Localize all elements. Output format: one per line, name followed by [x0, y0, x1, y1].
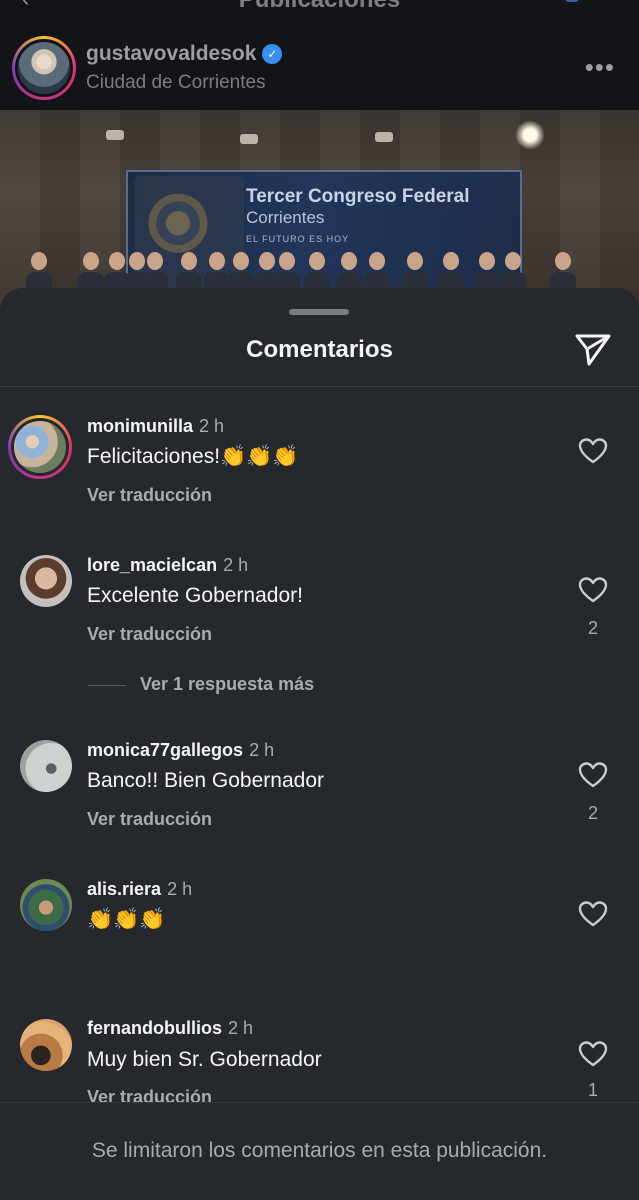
heart-icon[interactable] — [578, 576, 608, 604]
comment-time: 2 h — [199, 416, 225, 436]
comment-avatar[interactable] — [20, 879, 72, 931]
comment-header: fernandobullios 2 h — [87, 1018, 253, 1039]
comment-header: lore_macielcan 2 h — [87, 555, 248, 576]
sheet-grabber[interactable] — [289, 309, 349, 315]
page-title: Publicaciones — [0, 0, 639, 14]
comments-footer: Se limitaron los comentarios en esta pub… — [0, 1102, 639, 1200]
comment-username[interactable]: fernandobullios — [87, 1018, 222, 1038]
comment-avatar[interactable] — [8, 415, 72, 479]
translate-link[interactable]: Ver traducción — [87, 809, 212, 830]
sheet-title: Comentarios — [246, 336, 393, 363]
comments-sheet: Comentarios monimunilla 2 h Felicitacione… — [0, 288, 639, 1200]
comment-username[interactable]: monica77gallegos — [87, 740, 243, 760]
comment-avatar[interactable] — [20, 555, 72, 607]
post-header: ‹ Publicaciones gustavovaldesok✓ Ciudad … — [0, 0, 639, 110]
comment-header: monimunilla 2 h — [87, 416, 224, 437]
comment-time: 2 h — [223, 555, 249, 575]
comment-username[interactable]: monimunilla — [87, 416, 193, 436]
comment-header: alis.riera 2 h — [87, 879, 192, 900]
heart-icon[interactable] — [578, 900, 608, 928]
replies-divider — [88, 685, 126, 686]
divider — [0, 386, 639, 387]
heart-icon[interactable] — [578, 1040, 608, 1068]
post-location[interactable]: Ciudad de Corrientes — [86, 72, 266, 94]
comment-time: 2 h — [228, 1018, 254, 1038]
comment-username[interactable]: lore_macielcan — [87, 555, 217, 575]
view-replies-button[interactable]: Ver 1 respuesta más — [140, 674, 314, 695]
comment-text: Felicitaciones!👏👏👏 — [87, 445, 299, 468]
banner-line-1: Tercer Congreso Federal — [246, 186, 470, 207]
page: ‹ Publicaciones gustavovaldesok✓ Ciudad … — [0, 0, 639, 1200]
comments-limited-notice: Se limitaron los comentarios en esta pub… — [91, 1139, 548, 1162]
post-image[interactable]: Tercer Congreso Federal Corrientes EL FU… — [0, 110, 639, 310]
comment-text: Excelente Gobernador! — [87, 584, 303, 607]
like-count[interactable]: 2 — [578, 618, 608, 639]
like-count[interactable]: 2 — [578, 803, 608, 824]
post-author-username-text: gustavovaldesok — [86, 42, 257, 65]
banner-line-2: Corrientes — [246, 208, 325, 227]
comment-time: 2 h — [167, 879, 193, 899]
share-send-icon[interactable] — [573, 332, 613, 368]
comment-text: Muy bien Sr. Gobernador — [87, 1048, 322, 1071]
comment-text: 👏👏👏 — [87, 908, 166, 931]
translate-link[interactable]: Ver traducción — [87, 485, 212, 506]
comment-avatar[interactable] — [20, 740, 72, 792]
comment-username[interactable]: alis.riera — [87, 879, 161, 899]
comment-header: monica77gallegos 2 h — [87, 740, 274, 761]
translate-link[interactable]: Ver traducción — [87, 624, 212, 645]
post-author-avatar[interactable] — [12, 36, 76, 100]
heart-icon[interactable] — [578, 761, 608, 789]
comment-time: 2 h — [249, 740, 275, 760]
heart-icon[interactable] — [578, 437, 608, 465]
like-count[interactable]: 1 — [578, 1080, 608, 1101]
more-icon[interactable]: ••• — [585, 52, 615, 83]
comment-text: Banco!! Bien Gobernador — [87, 769, 324, 792]
comment-avatar[interactable] — [20, 1019, 72, 1071]
post-author-username[interactable]: gustavovaldesok ✓ — [86, 42, 283, 66]
verified-icon: ✓ — [262, 44, 283, 64]
